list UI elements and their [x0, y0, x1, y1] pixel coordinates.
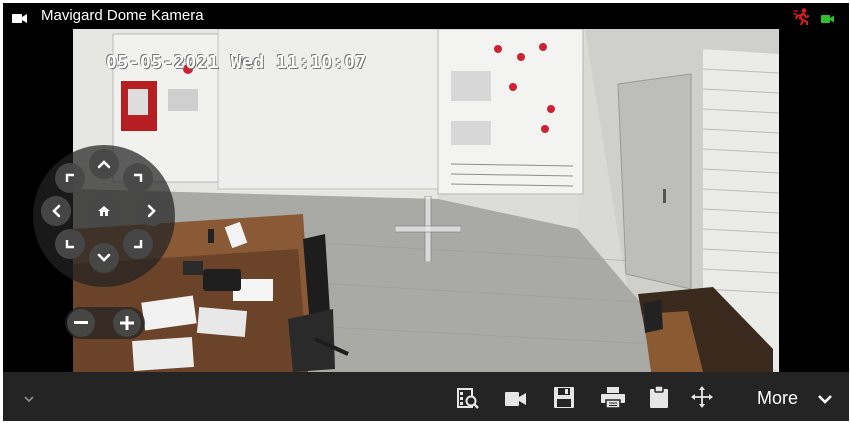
chevron-up-icon [97, 160, 111, 169]
corner-up-right-icon [134, 173, 143, 182]
corner-down-left-icon [65, 240, 74, 249]
ptz-home-button[interactable] [89, 196, 119, 226]
chevron-right-icon [147, 204, 156, 218]
pan-down-left-button[interactable] [55, 229, 85, 259]
zoom-control [65, 307, 145, 339]
more-menu-button[interactable]: More [757, 388, 798, 408]
crosshair-icon [395, 196, 461, 262]
playback-search-button[interactable] [457, 388, 479, 415]
pan-down-right-button[interactable] [123, 229, 153, 259]
save-icon [554, 387, 574, 408]
pan-right-button[interactable] [137, 196, 167, 226]
pan-left-button[interactable] [41, 196, 71, 226]
chevron-down-icon [24, 396, 34, 403]
camera-icon [12, 11, 28, 29]
camera-view-frame: Mavigard Dome Kamera 05-05-2021 Wed 11:1… [3, 3, 849, 421]
playback-search-icon [457, 388, 479, 409]
move-icon [691, 386, 713, 408]
save-button[interactable] [554, 387, 574, 413]
chevron-down-icon[interactable] [817, 392, 833, 410]
move-button[interactable] [690, 385, 714, 414]
zoom-out-button[interactable] [67, 309, 95, 337]
collapse-toggle[interactable] [23, 390, 35, 408]
chevron-down-icon [97, 253, 111, 262]
video-timestamp: 05-05-2021 Wed 11:10:07 [106, 52, 367, 73]
pan-up-button[interactable] [89, 149, 119, 179]
camera-title-bar: Mavigard Dome Kamera [3, 3, 849, 29]
ptz-control-pad [33, 145, 175, 287]
print-button[interactable] [601, 387, 625, 413]
minus-icon [74, 321, 88, 324]
corner-up-left-icon [65, 173, 74, 182]
camera-title: Mavigard Dome Kamera [41, 7, 204, 24]
pan-up-right-button[interactable] [123, 163, 153, 193]
zoom-in-button[interactable] [113, 309, 141, 337]
camera-icon [505, 392, 526, 406]
pan-up-left-button[interactable] [55, 163, 85, 193]
clipboard-icon [650, 385, 668, 408]
pan-down-button[interactable] [89, 243, 119, 273]
corner-down-right-icon [134, 240, 143, 249]
camera-toolbar: More [3, 372, 849, 421]
print-icon [601, 387, 625, 409]
home-icon [98, 206, 110, 216]
camera-button[interactable] [505, 391, 527, 412]
motion-detected-icon [793, 8, 813, 31]
chevron-left-icon [52, 204, 61, 218]
plus-icon [120, 316, 134, 330]
clipboard-button[interactable] [650, 385, 668, 413]
recording-camera-icon [821, 11, 835, 29]
